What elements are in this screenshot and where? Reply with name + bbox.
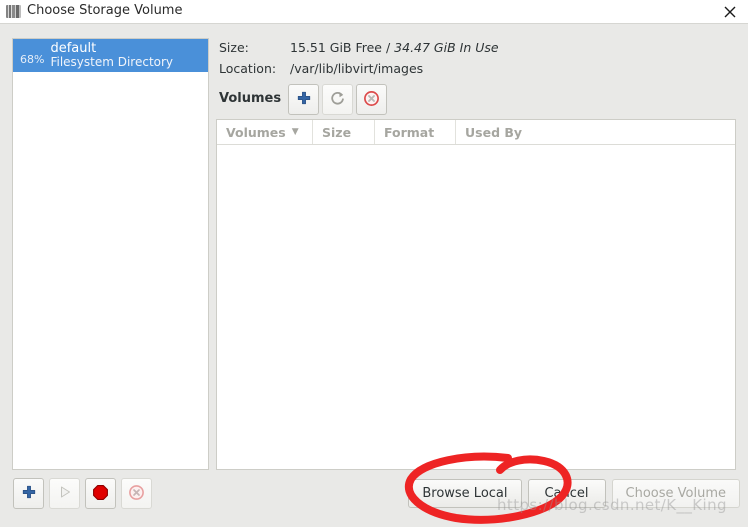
stop-icon xyxy=(92,484,109,504)
table-header-row: Volumes ▼ Size Format Used By xyxy=(217,120,735,145)
volumes-heading: Volumes xyxy=(219,91,282,106)
refresh-icon xyxy=(329,90,346,110)
size-value: 15.51 GiB Free / 34.47 GiB In Use xyxy=(290,40,499,55)
plus-icon xyxy=(21,484,37,503)
delete-pool-button xyxy=(121,478,152,509)
table-body-empty[interactable] xyxy=(217,145,735,469)
location-label: Location: xyxy=(219,61,277,76)
pool-name: default xyxy=(50,40,97,56)
column-header-size[interactable]: Size xyxy=(313,120,375,144)
virt-manager-icon xyxy=(6,5,21,18)
window-title: Choose Storage Volume xyxy=(27,3,183,18)
circle-x-icon xyxy=(128,484,145,504)
add-pool-button[interactable] xyxy=(13,478,44,509)
list-item[interactable]: 68% default Filesystem Directory xyxy=(13,39,208,72)
cancel-button[interactable]: Cancel xyxy=(527,479,606,508)
size-separator: / xyxy=(382,40,395,55)
plus-icon xyxy=(296,90,312,109)
title-bar: Choose Storage Volume xyxy=(0,0,748,24)
column-label: Volumes xyxy=(226,124,286,140)
browse-local-button[interactable]: Browse Local xyxy=(408,479,522,508)
size-label: Size: xyxy=(219,40,249,55)
sort-caret-icon: ▼ xyxy=(291,127,299,137)
volumes-table[interactable]: Volumes ▼ Size Format Used By xyxy=(216,119,736,470)
volumes-toolbar xyxy=(288,84,387,115)
pool-usage-percent: 68% xyxy=(20,53,45,66)
column-header-format[interactable]: Format xyxy=(375,120,456,144)
delete-volume-button[interactable] xyxy=(356,84,387,115)
column-label: Size xyxy=(322,124,352,140)
size-free-text: 15.51 GiB Free xyxy=(290,40,382,55)
play-icon xyxy=(57,484,73,503)
dialog-button-row: Browse Local Cancel Choose Volume xyxy=(408,479,740,508)
pool-toolbar xyxy=(13,478,152,509)
column-label: Used By xyxy=(465,124,523,140)
stop-pool-button[interactable] xyxy=(85,478,116,509)
size-in-use-text: 34.47 GiB In Use xyxy=(394,40,499,55)
column-label: Format xyxy=(384,124,435,140)
circle-x-icon xyxy=(363,90,380,110)
add-volume-button[interactable] xyxy=(288,84,319,115)
close-icon[interactable] xyxy=(720,3,740,21)
pool-type: Filesystem Directory xyxy=(50,55,174,70)
column-header-volumes[interactable]: Volumes ▼ xyxy=(217,120,313,144)
start-pool-button xyxy=(49,478,80,509)
refresh-volume-button xyxy=(322,84,353,115)
choose-volume-button: Choose Volume xyxy=(611,479,740,508)
storage-pool-list[interactable]: 68% default Filesystem Directory xyxy=(12,38,209,470)
location-value: /var/lib/libvirt/images xyxy=(290,61,424,76)
column-header-used-by[interactable]: Used By xyxy=(456,120,735,144)
